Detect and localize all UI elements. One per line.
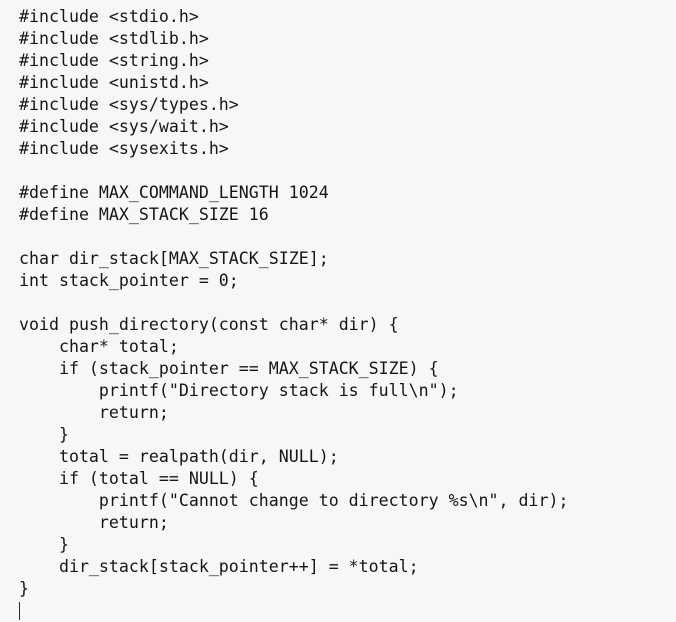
caret-line bbox=[0, 600, 676, 622]
code-line[interactable]: #include <stdio.h> bbox=[0, 6, 676, 28]
code-line[interactable]: } bbox=[0, 578, 676, 600]
code-line[interactable]: return; bbox=[0, 512, 676, 534]
code-line[interactable]: #define MAX_COMMAND_LENGTH 1024 bbox=[0, 182, 676, 204]
code-line[interactable]: void push_directory(const char* dir) { bbox=[0, 314, 676, 336]
code-line[interactable] bbox=[0, 226, 676, 248]
code-line[interactable]: } bbox=[0, 534, 676, 556]
code-line[interactable]: if (total == NULL) { bbox=[0, 468, 676, 490]
code-line[interactable]: char* total; bbox=[0, 336, 676, 358]
code-line[interactable]: } bbox=[0, 424, 676, 446]
code-line[interactable]: if (stack_pointer == MAX_STACK_SIZE) { bbox=[0, 358, 676, 380]
code-line[interactable]: #include <sys/wait.h> bbox=[0, 116, 676, 138]
code-editor[interactable]: #include <stdio.h> #include <stdlib.h> #in… bbox=[0, 0, 676, 620]
code-line[interactable] bbox=[0, 292, 676, 314]
code-line[interactable]: #include <unistd.h> bbox=[0, 72, 676, 94]
code-line[interactable]: total = realpath(dir, NULL); bbox=[0, 446, 676, 468]
code-line[interactable]: #include <sys/types.h> bbox=[0, 94, 676, 116]
code-line-list: #include <stdio.h> #include <stdlib.h> #in… bbox=[0, 6, 676, 600]
code-line[interactable]: int stack_pointer = 0; bbox=[0, 270, 676, 292]
code-line[interactable]: printf("Directory stack is full\n"); bbox=[0, 380, 676, 402]
text-caret bbox=[19, 602, 20, 620]
code-line[interactable]: #include <string.h> bbox=[0, 50, 676, 72]
code-line[interactable]: char dir_stack[MAX_STACK_SIZE]; bbox=[0, 248, 676, 270]
code-line[interactable]: printf("Cannot change to directory %s\n"… bbox=[0, 490, 676, 512]
code-line[interactable]: #include <sysexits.h> bbox=[0, 138, 676, 160]
code-line[interactable]: return; bbox=[0, 402, 676, 424]
code-line[interactable]: #include <stdlib.h> bbox=[0, 28, 676, 50]
code-line[interactable] bbox=[0, 160, 676, 182]
code-line[interactable]: dir_stack[stack_pointer++] = *total; bbox=[0, 556, 676, 578]
code-line[interactable]: #define MAX_STACK_SIZE 16 bbox=[0, 204, 676, 226]
